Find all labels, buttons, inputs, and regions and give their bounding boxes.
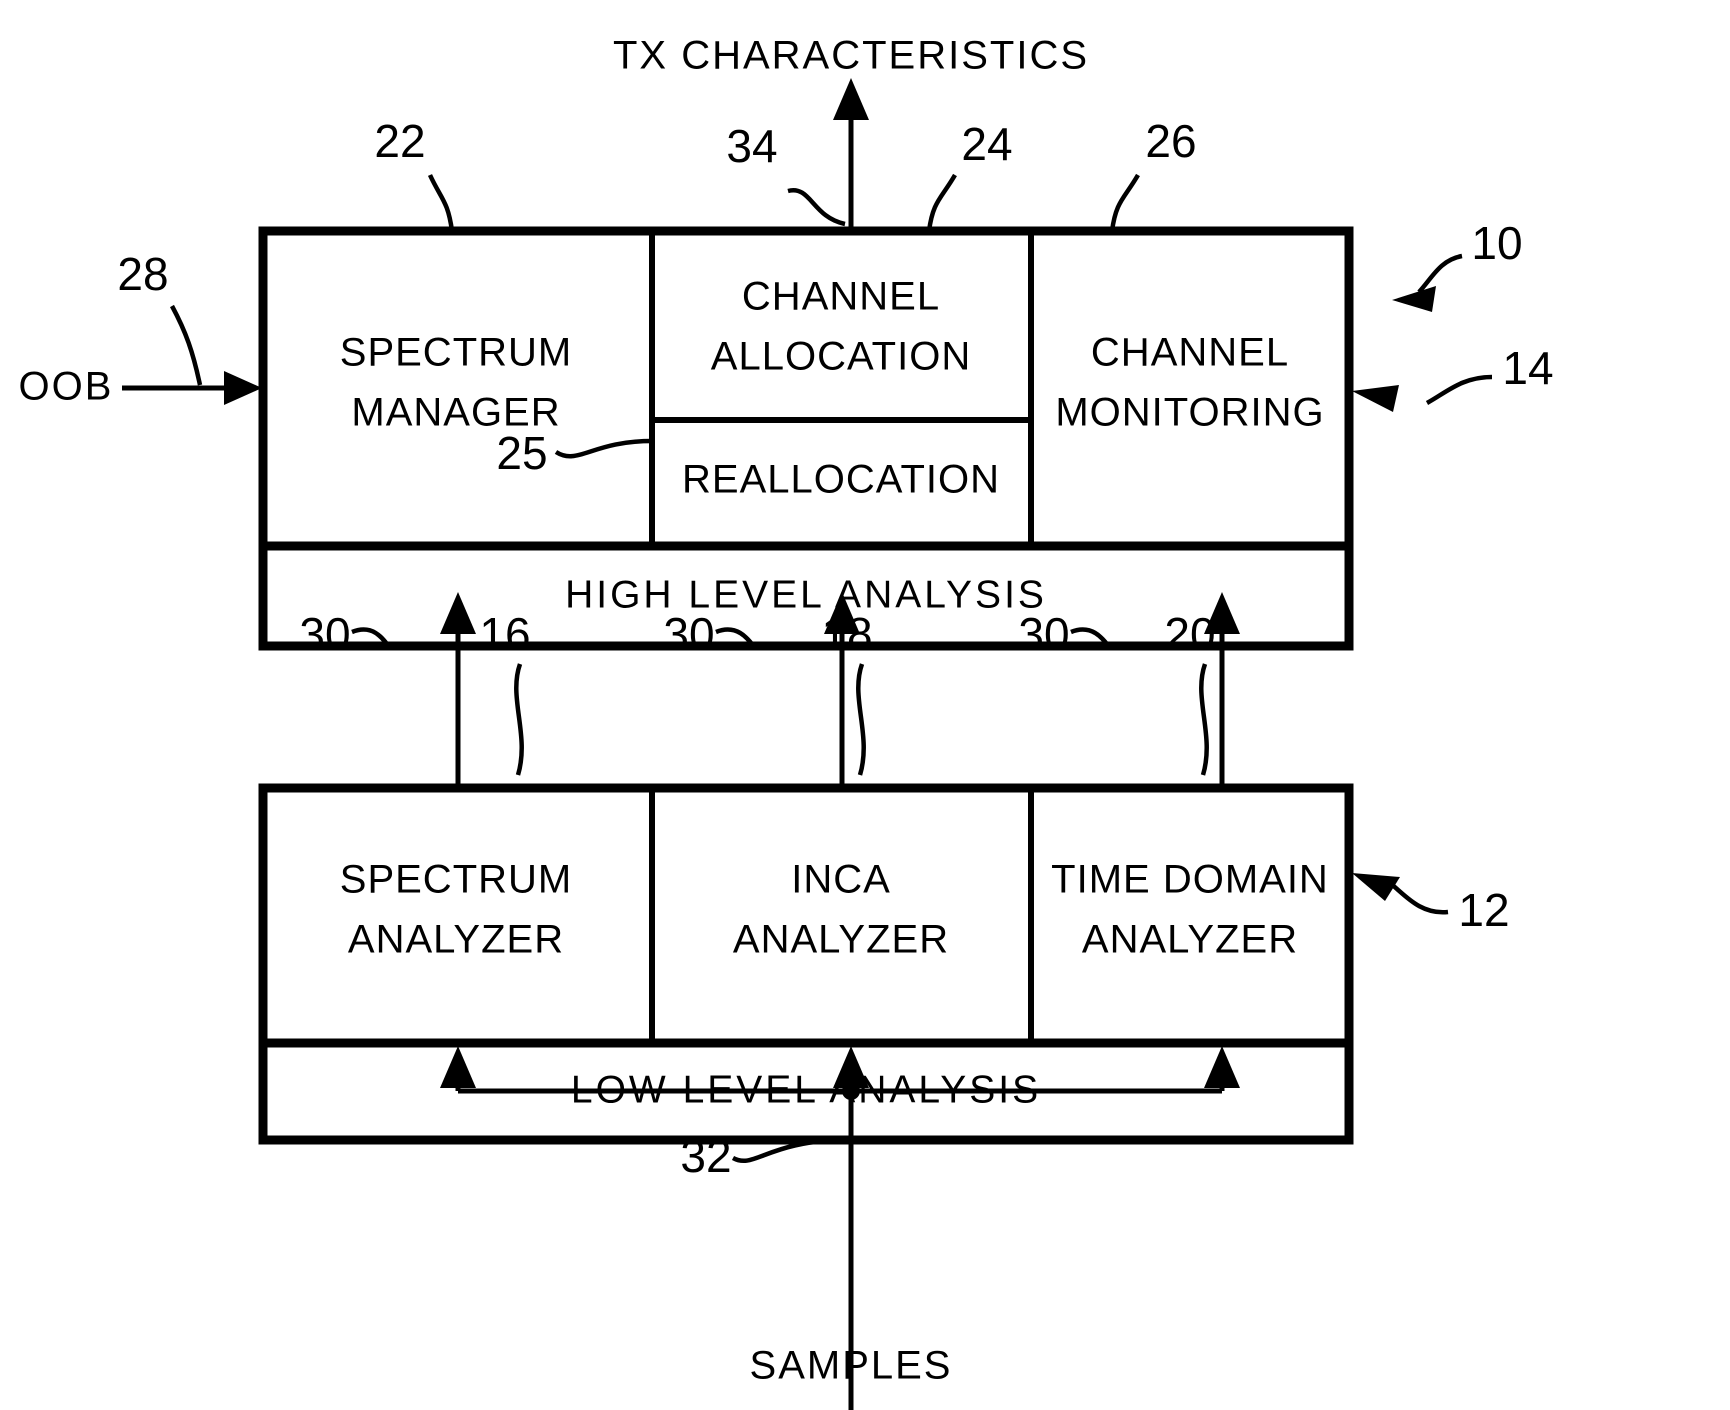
high-level-unit-group — [258, 226, 1354, 651]
oob-input-arrow — [122, 371, 262, 405]
interconnect-arrow-left — [440, 592, 476, 788]
block-diagram-svg — [122, 78, 1493, 1410]
high-level-unit-outline — [258, 226, 1354, 651]
leader-22 — [427, 174, 455, 232]
interconnect-arrow-middle — [824, 592, 860, 788]
samples-bus — [440, 1046, 1240, 1410]
tx-characteristics-arrow — [833, 78, 869, 231]
leader-28 — [170, 304, 203, 386]
leader-10 — [1392, 253, 1463, 312]
leader-24 — [926, 173, 957, 232]
leader-20 — [1199, 663, 1209, 776]
low-level-unit-outline — [258, 783, 1354, 1145]
low-level-unit-group — [258, 783, 1354, 1145]
leader-26 — [1109, 173, 1140, 232]
figure-canvas: TX CHARACTERISTICS OOB SAMPLES SPECTRUM … — [0, 0, 1730, 1410]
leader-34 — [787, 188, 846, 227]
interconnect-arrow-right — [1204, 592, 1240, 788]
leader-16 — [514, 663, 524, 776]
leader-12 — [1352, 873, 1449, 915]
leader-25 — [554, 438, 653, 459]
leader-18 — [856, 663, 866, 776]
leader-14 — [1352, 374, 1493, 412]
